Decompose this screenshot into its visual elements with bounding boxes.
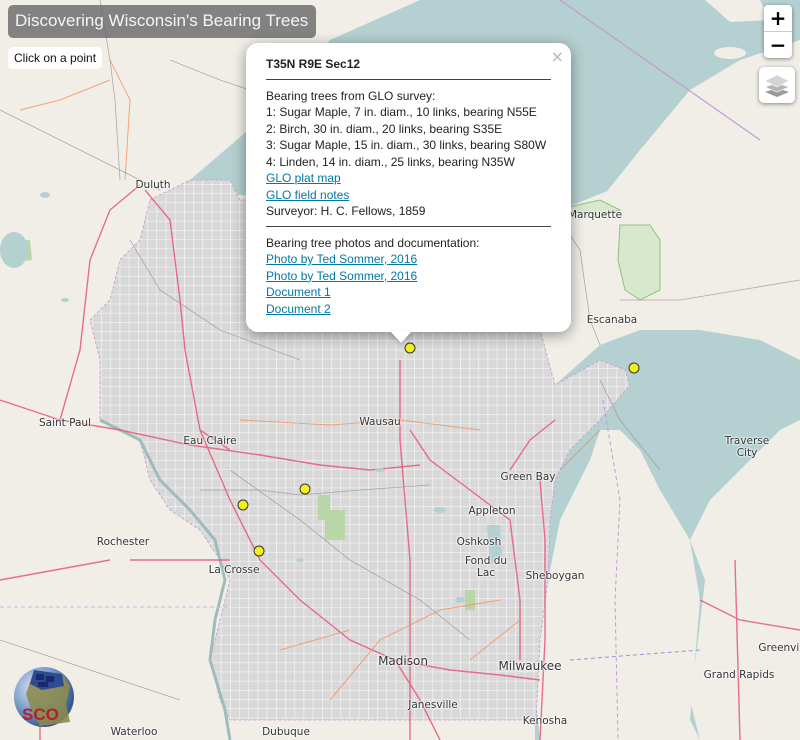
popup-tip <box>390 331 412 343</box>
survey-heading: Bearing trees from GLO survey: <box>266 88 436 103</box>
document-link[interactable]: Document 1 <box>266 284 551 301</box>
city-label-dubuque: Dubuque <box>262 726 310 738</box>
popup-divider <box>266 225 551 227</box>
bearing-tree-popup: × T35N R9E Sec12 Bearing trees from GLO … <box>246 43 571 332</box>
city-label-oshkosh: Oshkosh <box>456 536 502 548</box>
app-title: Discovering Wisconsin's Bearing Trees <box>8 5 317 38</box>
bearing-tree-marker[interactable] <box>237 499 249 511</box>
city-label-wausau: Wausau <box>359 416 401 428</box>
city-label-grand-rapids: Grand Rapids <box>703 669 775 681</box>
photo-link[interactable]: Photo by Ted Sommer, 2016 <box>266 251 551 268</box>
city-label-marquette: Marquette <box>567 209 623 221</box>
popup-close-button[interactable]: × <box>551 47 564 66</box>
zoom-control: + − <box>764 5 792 58</box>
zoom-out-button[interactable]: − <box>764 31 792 58</box>
city-label-kenosha: Kenosha <box>522 715 568 727</box>
popup-divider <box>266 78 551 80</box>
bearing-tree-entry: 2: Birch, 30 in. diam., 20 links, bearin… <box>266 121 503 136</box>
bearing-tree-entry: 1: Sugar Maple, 7 in. diam., 10 links, b… <box>266 105 537 119</box>
city-label-milwaukee: Milwaukee <box>498 659 562 673</box>
city-label-escanaba: Escanaba <box>586 314 638 326</box>
layers-control-button[interactable] <box>759 67 795 103</box>
city-label-duluth: Duluth <box>135 179 171 191</box>
popup-content: T35N R9E Sec12 Bearing trees from GLO su… <box>266 56 551 317</box>
photo-link[interactable]: Photo by Ted Sommer, 2016 <box>266 268 551 285</box>
city-label-saint-paul: Saint Paul <box>39 417 91 429</box>
city-label-madison: Madison <box>378 654 428 668</box>
info-hint: Click on a point <box>8 47 103 69</box>
city-label-waterloo: Waterloo <box>110 726 158 738</box>
city-label-janesville: Janesville <box>408 699 458 711</box>
bearing-tree-entry: 4: Linden, 14 in. diam., 25 links, beari… <box>266 154 515 169</box>
city-label-sheboygan: Sheboygan <box>525 570 585 582</box>
city-label-fond-du-lac: Fond du Lac <box>464 555 508 579</box>
city-label-eau-claire: Eau Claire <box>183 435 237 447</box>
bearing-tree-marker[interactable] <box>628 362 640 374</box>
city-label-greenville: Greenville <box>758 642 800 654</box>
map-canvas[interactable]: Duluth Saint Paul Eau Claire Wausau Gree… <box>0 0 800 740</box>
city-label-rochester: Rochester <box>96 536 150 548</box>
surveyor-info: Surveyor: H. C. Fellows, 1859 <box>266 204 426 218</box>
bearing-tree-marker-selected[interactable] <box>404 342 416 354</box>
glo-plat-map-link[interactable]: GLO plat map <box>266 170 551 187</box>
document-link[interactable]: Document 2 <box>266 301 551 318</box>
popup-title: T35N R9E Sec12 <box>266 57 361 71</box>
sco-logo[interactable]: SCO <box>12 664 78 730</box>
bearing-tree-entry: 3: Sugar Maple, 15 in. diam., 30 links, … <box>266 138 547 152</box>
city-label-appleton: Appleton <box>468 505 516 517</box>
zoom-in-button[interactable]: + <box>764 5 792 31</box>
city-label-la-crosse: La Crosse <box>208 564 260 576</box>
glo-field-notes-link[interactable]: GLO field notes <box>266 187 551 204</box>
city-label-green-bay: Green Bay <box>500 471 556 483</box>
photos-heading: Bearing tree photos and documentation: <box>266 235 480 250</box>
layers-icon <box>764 74 790 97</box>
city-label-traverse-city: Traverse City <box>724 435 770 459</box>
sco-logo-text: SCO <box>22 705 59 724</box>
bearing-tree-marker[interactable] <box>299 483 311 495</box>
bearing-tree-marker[interactable] <box>253 545 265 557</box>
